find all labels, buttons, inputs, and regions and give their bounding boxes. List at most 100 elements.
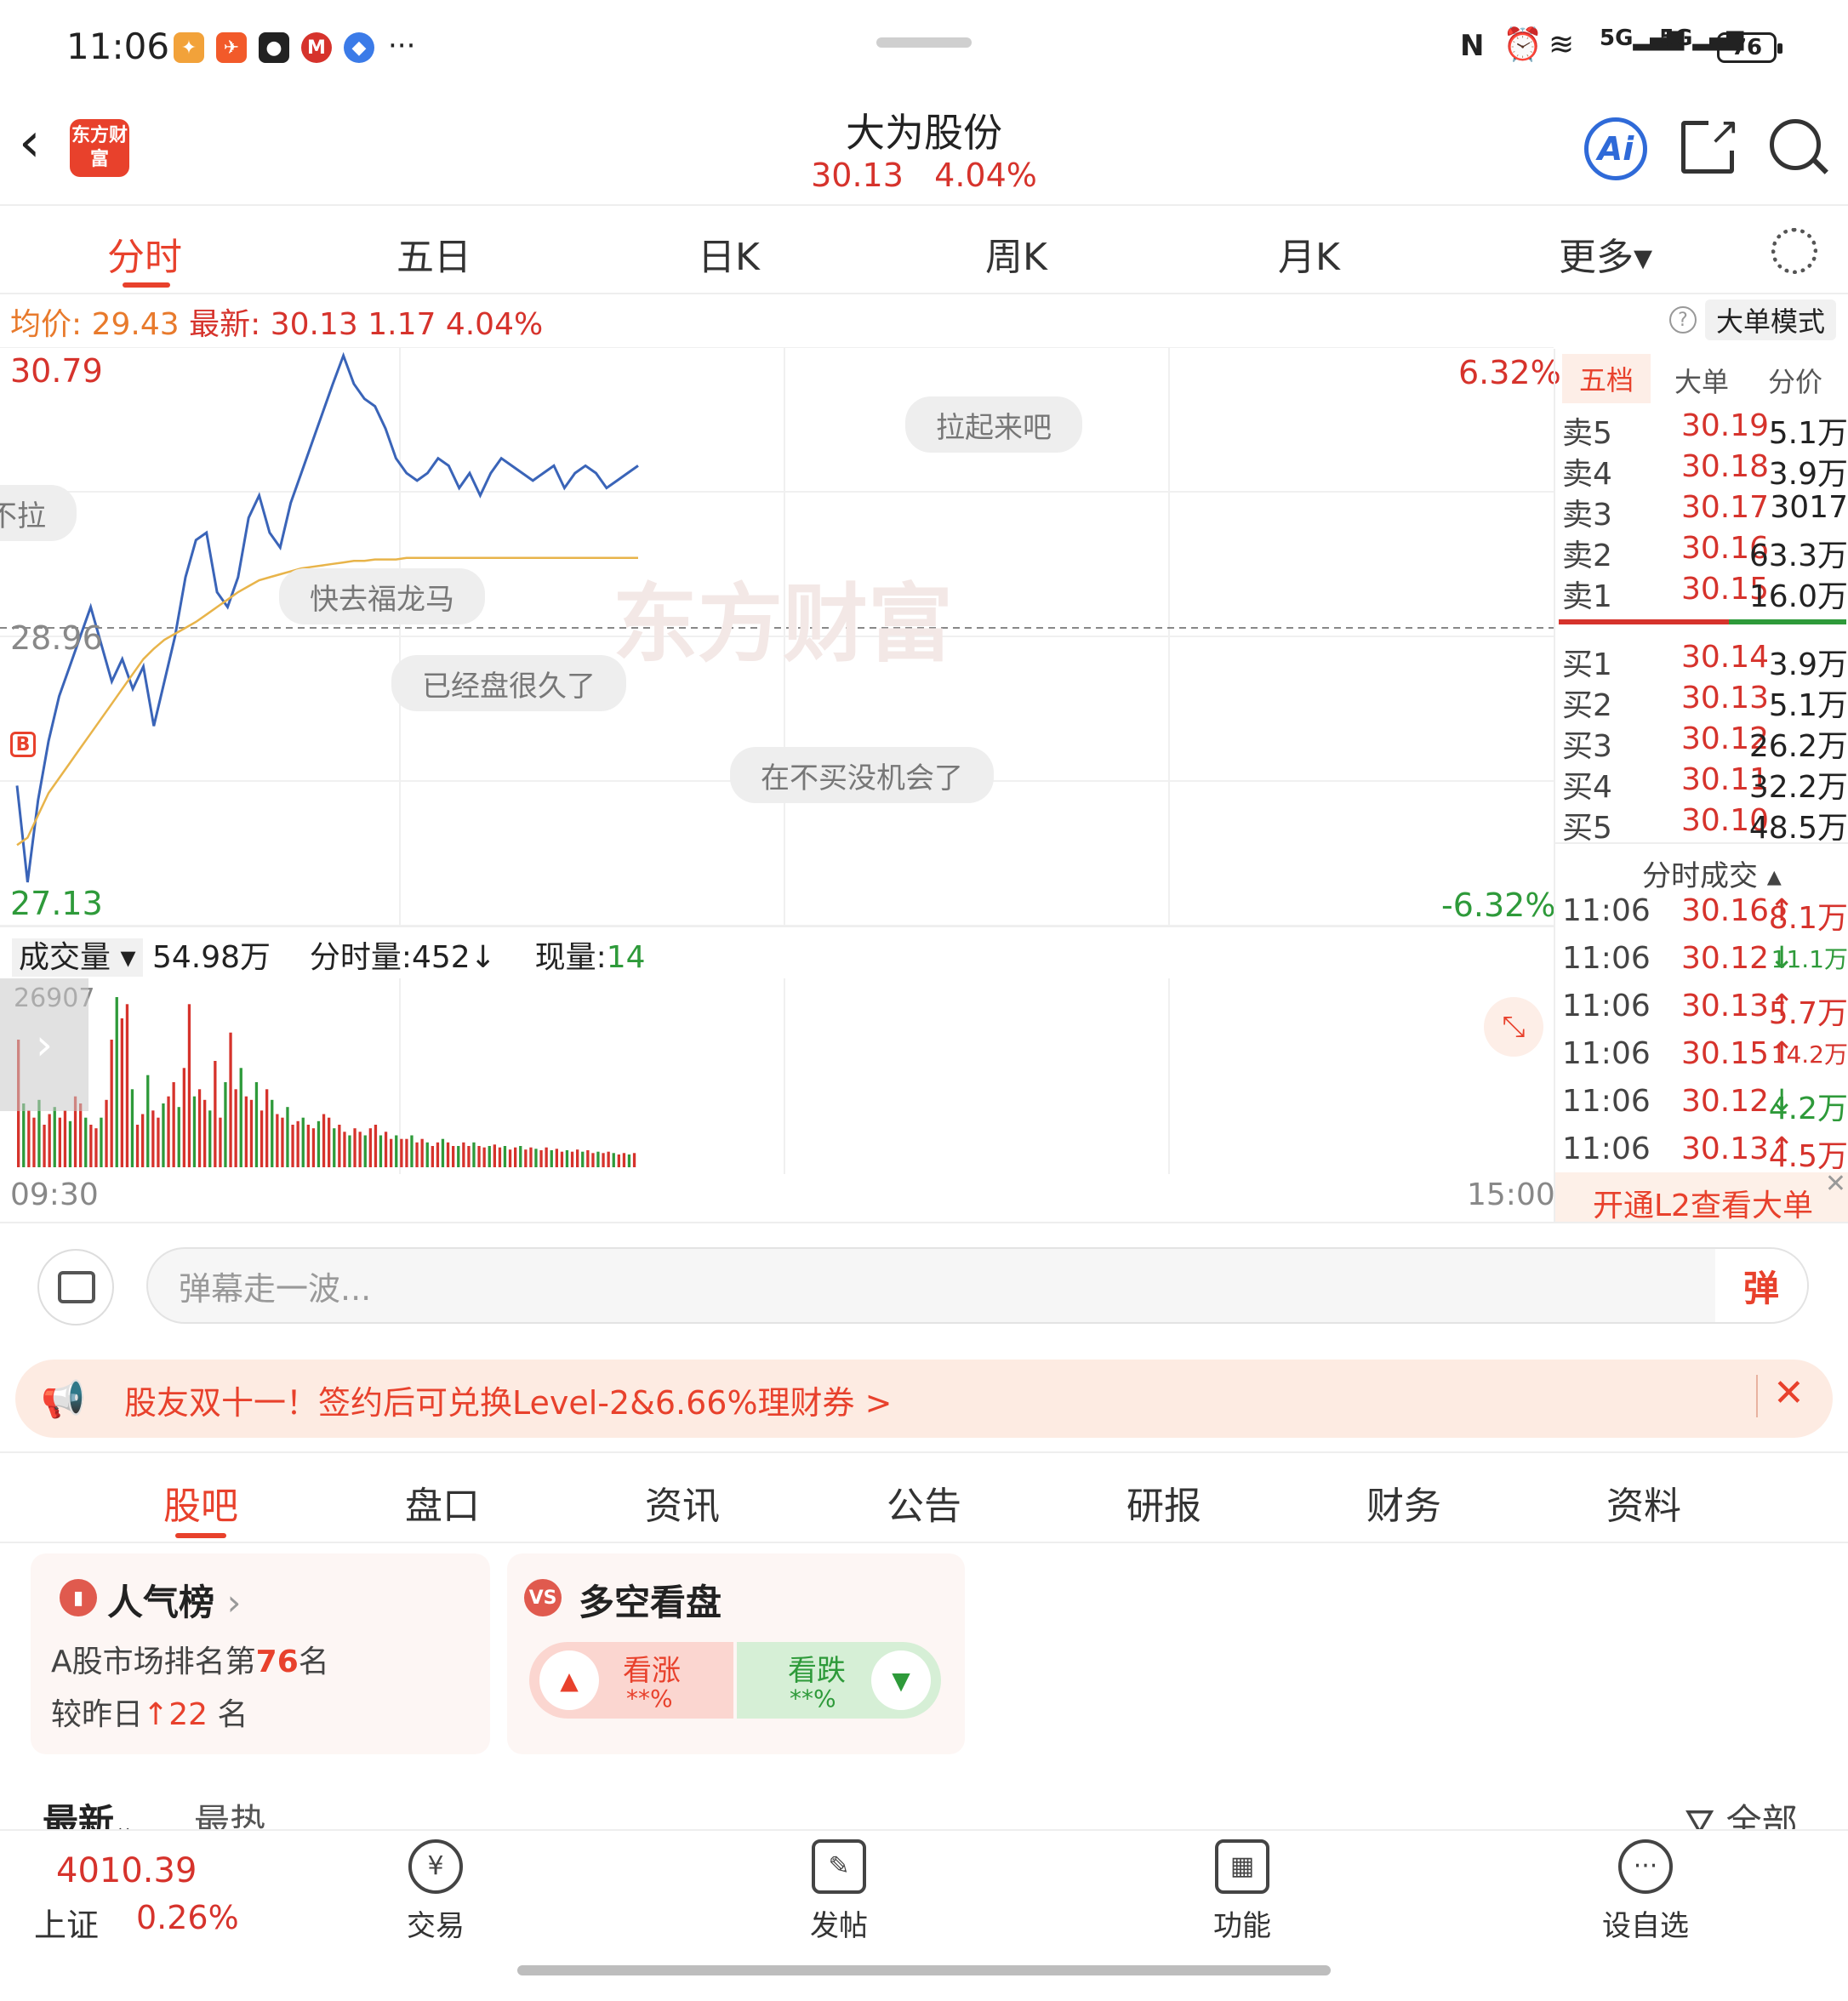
bull-bear-card[interactable]: VS 多空看盘 ▲ 看涨 **% 看跌 **% ▼ [507,1553,965,1754]
sort-hot[interactable]: 最热 [194,1793,265,1829]
tab-finance[interactable]: 财务 [1366,1475,1441,1530]
ask-row: 卖3 30.17 3017 [1562,490,1848,533]
sort-latest[interactable]: 最新⌄ [43,1793,134,1829]
volume-bar [219,1117,222,1167]
volume-bar [452,1146,455,1167]
volume-bar [560,1151,564,1167]
tab-news[interactable]: 资讯 [645,1475,720,1530]
danmaku-input[interactable]: 弹幕走一波... 弹 [146,1247,1809,1324]
volume-bar [524,1149,528,1167]
share-icon[interactable]: ↗ [1681,113,1740,174]
promo-text[interactable]: 股友双十一！签约后可兑换Level-2&6.66%理财券 > [124,1377,892,1423]
settings-gear-icon[interactable] [1771,228,1817,274]
yuan-icon: ¥ [408,1839,463,1894]
volume-bar [197,1089,202,1167]
tab-big-orders[interactable]: 大单 [1674,361,1729,400]
fullscreen-icon[interactable]: ⤡ [1484,997,1543,1057]
bid-ratio-bar [1729,619,1846,624]
volume-bar [125,1004,129,1167]
tab-profile[interactable]: 资料 [1606,1475,1681,1530]
divider [0,926,1554,927]
volume-bar [130,1089,134,1167]
ask-label: 卖2 [1562,539,1612,573]
expand-side-panel-icon[interactable]: › [0,978,88,1111]
volume-bar [508,1149,512,1167]
index-pct[interactable]: 0.26% [136,1899,239,1936]
volume-bar [591,1153,595,1167]
bid-row: 买2 30.13 5.1万 [1562,681,1848,723]
nav-post[interactable]: ✎ 发帖 [754,1839,924,1944]
close-icon[interactable]: ✕ [1825,1169,1846,1199]
nav-trade[interactable]: ¥ 交易 [351,1839,521,1944]
nav-add-watchlist[interactable]: ··· 设自选 [1560,1839,1731,1944]
tab-more[interactable]: 更多▾ [1559,226,1652,281]
tab-five-day[interactable]: 五日 [396,226,471,281]
l2-link-text[interactable]: 开通L2查看大单 [1593,1181,1813,1225]
tab-price-distribution[interactable]: 分价 [1768,361,1822,400]
stock-price-line: 30.13 4.04% [0,157,1848,194]
tab-monthly-k[interactable]: 月K [1278,226,1340,281]
volume-bar [425,1142,429,1167]
tab-guba[interactable]: 股吧 [163,1475,238,1530]
bid-row: 买1 30.14 3.9万 [1562,640,1848,682]
volume-grid [399,978,1170,1174]
volume-selector[interactable]: 成交量 ▾ [12,938,143,977]
volume-bar [420,1138,424,1167]
danmaku-send-button[interactable]: 弹 [1715,1249,1807,1322]
price-info-line: 均价: 29.43 最新: 30.13 1.17 4.04% [10,299,543,344]
big-order-mode-button[interactable]: 大单模式 [1705,299,1836,340]
popularity-title[interactable]: 人气榜 › [107,1574,241,1626]
promo-banner[interactable]: 📢 股友双十一！签约后可兑换Level-2&6.66%理财券 > ✕ [15,1360,1833,1438]
bid-price: 30.13 [1681,681,1770,715]
volume-bar [317,1120,321,1167]
tab-intraday[interactable]: 分时 [107,226,182,281]
close-banner-icon[interactable]: ✕ [1773,1371,1805,1415]
tab-pankou[interactable]: 盘口 [405,1475,480,1530]
tab-weekly-k[interactable]: 周K [985,226,1047,281]
bear-pct: **% [790,1685,836,1713]
l2-link-bar[interactable]: 开通L2查看大单 ✕ [1555,1169,1848,1225]
volume-chart[interactable]: 26907 › ⤡ [0,978,1554,1174]
ask-volume: 63.3万 [1748,539,1848,573]
bull-button[interactable]: ▲ 看涨 **% [529,1642,733,1719]
volume-bar [555,1149,558,1167]
intraday-chart[interactable]: 东方财富 30.79 28.96 27.13 6.32% -6.32% B 拉起… [0,347,1561,926]
tab-daily-k[interactable]: 日K [698,226,760,281]
danmaku-bubble: 在不买没机会了 [730,747,994,803]
ask-volume: 3017 [1770,490,1848,525]
divider [1555,842,1848,844]
buy-marker[interactable]: B [10,732,36,757]
help-icon[interactable]: ? [1669,306,1697,334]
tab-announcements[interactable]: 公告 [887,1475,961,1530]
more-notifications-icon: ··· [388,29,416,63]
volume-bar [276,1114,279,1167]
popularity-card[interactable]: ▮ 人气榜 › A股市场排名第76名 较昨日↑22 名 [31,1553,490,1754]
chart-watermark: 东方财富 [613,574,953,674]
volume-bar [43,1125,46,1167]
volume-chart-svg [17,978,1170,1174]
tab-research[interactable]: 研报 [1126,1475,1201,1530]
filter-all[interactable]: ⛛ 全部 [1685,1793,1798,1829]
volume-bar [436,1142,440,1167]
bear-button[interactable]: 看跌 **% ▼ [737,1642,941,1719]
index-value[interactable]: 4010.39 [56,1851,197,1890]
volume-bar [384,1132,388,1167]
volume-bar [550,1150,553,1167]
minute-volume: 分时量:452↓ [309,940,496,975]
nav-functions[interactable]: ▦ 功能 [1157,1839,1327,1944]
volume-bar [586,1150,590,1167]
ticks-title[interactable]: 分时成交 ▴ [1642,852,1782,894]
ask-volume: 5.1万 [1768,416,1848,451]
tab-five-levels[interactable]: 五档 [1562,354,1651,403]
volume-bar [68,1120,72,1167]
index-name[interactable]: 上证 [34,1899,99,1946]
bid-volume: 48.5万 [1748,811,1848,846]
ai-icon[interactable]: Ai [1584,117,1647,180]
volume-bar [358,1132,362,1167]
pct-low-label: -6.32% [1441,886,1556,924]
danmaku-settings-icon[interactable] [37,1249,114,1325]
volume-bar [534,1149,538,1167]
megaphone-icon: 📢 [41,1378,86,1420]
divider [1756,1375,1758,1417]
volume-bar [498,1147,502,1167]
